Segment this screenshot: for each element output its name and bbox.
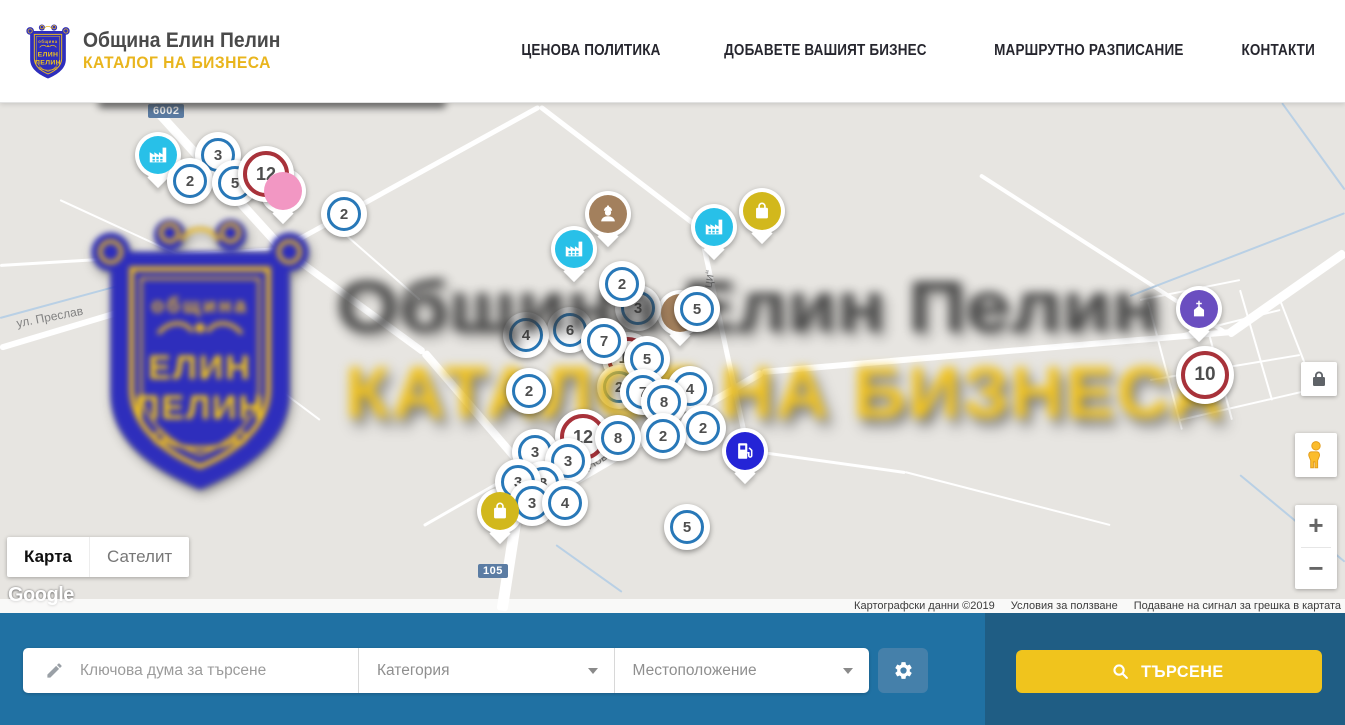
chevron-down-icon bbox=[588, 668, 598, 674]
search-box: Категория Местоположение bbox=[23, 648, 869, 693]
map-pin-factory-cyan[interactable] bbox=[691, 204, 737, 250]
worker-icon bbox=[589, 195, 627, 233]
cluster-count: 4 bbox=[509, 318, 543, 352]
map-attribution: Картографски данни ©2019 Условия за полз… bbox=[0, 599, 1345, 613]
site-title: Община Елин Пелин bbox=[83, 29, 280, 53]
pegman-icon bbox=[1305, 440, 1327, 470]
cluster-count: 2 bbox=[327, 197, 361, 231]
dot-icon bbox=[264, 172, 302, 210]
search-button-label: ТЪРСЕНЕ bbox=[1141, 662, 1223, 682]
cluster-count: 10 bbox=[1181, 351, 1229, 399]
street-label: ул. Преслав bbox=[15, 304, 84, 331]
road-shield: 105 bbox=[478, 564, 508, 578]
zoom-out-button[interactable]: − bbox=[1295, 548, 1337, 590]
map-cluster-marker[interactable]: 5 bbox=[664, 504, 710, 550]
cluster-count: 2 bbox=[173, 164, 207, 198]
fuel-icon bbox=[726, 432, 764, 470]
cluster-count: 7 bbox=[587, 324, 621, 358]
nav-route-schedule[interactable]: МАРШРУТНО РАЗПИСАНИЕ bbox=[994, 42, 1183, 60]
cluster-count: 2 bbox=[512, 374, 546, 408]
gear-icon bbox=[893, 660, 914, 681]
site-logo-link[interactable]: Община Елин Пелин КАТАЛОГ НА БИЗНЕСА bbox=[25, 23, 298, 80]
category-select[interactable]: Категория bbox=[358, 648, 614, 693]
map-cluster-marker[interactable]: 5 bbox=[674, 286, 720, 332]
main-nav: ЦЕНОВА ПОЛИТИКА ДОБАВЕТЕ ВАШИЯТ БИЗНЕС М… bbox=[511, 42, 1320, 60]
chevron-down-icon bbox=[843, 668, 853, 674]
map-cluster-marker[interactable]: 4 bbox=[542, 480, 588, 526]
attribution-copyright: Картографски данни ©2019 bbox=[854, 600, 995, 612]
terms-link[interactable]: Условия за ползване bbox=[1011, 600, 1118, 612]
page: 6002 105 ул. Преслав бул. „Новосел ци“ 3… bbox=[0, 0, 1345, 725]
map-cluster-marker[interactable]: 8 bbox=[595, 415, 641, 461]
church-icon bbox=[1180, 290, 1218, 328]
search-button[interactable]: ТЪРСЕНЕ bbox=[1016, 650, 1322, 693]
location-select[interactable]: Местоположение bbox=[614, 648, 870, 693]
map-cluster-marker[interactable]: 10 bbox=[1176, 346, 1234, 404]
nav-pricing-policy[interactable]: ЦЕНОВА ПОЛИТИКА bbox=[521, 42, 660, 60]
keyword-section bbox=[23, 648, 358, 693]
advanced-search-gear-button[interactable] bbox=[878, 648, 928, 693]
location-select-label: Местоположение bbox=[633, 662, 757, 680]
cluster-count: 5 bbox=[670, 510, 704, 544]
report-error-link[interactable]: Подаване на сигнал за грешка в картата bbox=[1134, 600, 1341, 612]
municipality-crest-logo bbox=[25, 23, 71, 80]
bag-icon bbox=[743, 192, 781, 230]
header: Община Елин Пелин КАТАЛОГ НА БИЗНЕСА ЦЕН… bbox=[0, 0, 1345, 103]
map-pin-worker-brown[interactable] bbox=[585, 191, 631, 237]
nav-add-your-business[interactable]: ДОБАВЕТЕ ВАШИЯТ БИЗНЕС bbox=[724, 42, 927, 60]
zoom-control: + − bbox=[1295, 505, 1337, 589]
cluster-count: 5 bbox=[680, 292, 714, 326]
site-subtitle: КАТАЛОГ НА БИЗНЕСА bbox=[83, 53, 280, 73]
factory-icon bbox=[555, 230, 593, 268]
lock-button[interactable] bbox=[1301, 362, 1337, 396]
map-pin-fuel-fuelblue[interactable] bbox=[722, 428, 768, 474]
map-pin-church-purple[interactable] bbox=[1176, 286, 1222, 332]
map-cluster-marker[interactable]: 2 bbox=[599, 261, 645, 307]
map-pin-bag-yellow[interactable] bbox=[739, 188, 785, 234]
lock-icon bbox=[1312, 371, 1326, 387]
map-type-map-button[interactable]: Карта bbox=[7, 537, 89, 577]
cluster-count: 2 bbox=[646, 419, 680, 453]
cluster-count: 4 bbox=[548, 486, 582, 520]
search-icon bbox=[1112, 663, 1129, 680]
search-action-panel: ТЪРСЕНЕ bbox=[985, 613, 1345, 725]
search-bar: Категория Местоположение ТЪРСЕНЕ bbox=[0, 613, 1345, 725]
cluster-count: 8 bbox=[601, 421, 635, 455]
street-view-pegman-button[interactable] bbox=[1295, 433, 1337, 477]
map-cluster-marker[interactable]: 4 bbox=[503, 312, 549, 358]
map-pin-factory-cyan[interactable] bbox=[551, 226, 597, 272]
factory-icon bbox=[695, 208, 733, 246]
map-cluster-marker[interactable]: 2 bbox=[506, 368, 552, 414]
logo-text: Община Елин Пелин КАТАЛОГ НА БИЗНЕСА bbox=[83, 29, 298, 73]
map-cluster-marker[interactable]: 2 bbox=[680, 405, 726, 451]
map-type-control: Карта Сателит bbox=[7, 537, 189, 577]
zoom-in-button[interactable]: + bbox=[1295, 505, 1337, 547]
pencil-icon bbox=[45, 661, 64, 680]
map-cluster-marker[interactable]: 2 bbox=[640, 413, 686, 459]
bag-icon bbox=[481, 492, 519, 530]
cluster-count: 2 bbox=[686, 411, 720, 445]
factory-icon bbox=[139, 136, 177, 174]
category-select-label: Категория bbox=[377, 662, 449, 680]
map-cluster-marker[interactable]: 7 bbox=[581, 318, 627, 364]
cluster-count: 2 bbox=[605, 267, 639, 301]
nav-contacts[interactable]: КОНТАКТИ bbox=[1241, 42, 1314, 60]
map-type-satellite-button[interactable]: Сателит bbox=[89, 537, 189, 577]
map-cluster-marker[interactable]: 2 bbox=[321, 191, 367, 237]
keyword-search-input[interactable] bbox=[78, 661, 358, 681]
